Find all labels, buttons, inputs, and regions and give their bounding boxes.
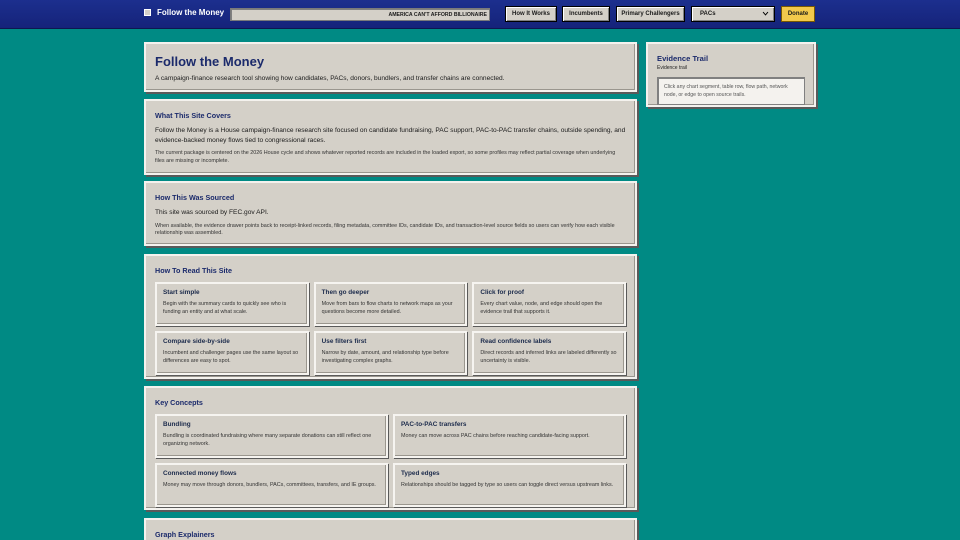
sourced-body: This site was sourced by FEC.gov API. <box>155 209 269 216</box>
evidence-trail-box[interactable]: Click any chart segment, table row, flow… <box>657 77 805 105</box>
card-title: PAC-to-PAC transfers <box>401 421 467 428</box>
how-to-read-grid: Start simple Begin with the summary card… <box>155 282 626 375</box>
key-concepts-grid: Bundling Bundling is coordinated fundrai… <box>155 414 626 507</box>
card-title: Use filters first <box>321 338 367 345</box>
card-title: Read confidence labels <box>480 338 552 345</box>
card-title: Connected money flows <box>163 470 237 477</box>
evidence-trail-heading: Evidence Trail <box>657 54 709 63</box>
covers-note: The current package is centered on the 2… <box>155 150 616 164</box>
page-subtitle: A campaign-finance research tool showing… <box>155 75 505 82</box>
top-bar: Follow the Money AMERICA CAN'T AFFORD BI… <box>0 0 960 29</box>
ticker-bar: AMERICA CAN'T AFFORD BILLIONAIRE <box>230 8 490 21</box>
pacs-select[interactable]: PACs <box>691 6 775 22</box>
window-icon <box>144 9 151 16</box>
graph-explainers-heading: Graph Explainers <box>155 530 215 539</box>
card-compare-side-by-side: Compare side-by-side Incumbent and chall… <box>155 331 309 375</box>
covers-heading: What This Site Covers <box>155 111 231 120</box>
covers-panel: What This Site Covers Follow the Money i… <box>144 99 637 175</box>
card-text: Money can move across PAC chains before … <box>401 433 590 439</box>
card-title: Typed edges <box>401 470 440 477</box>
card-text: Move from bars to flow charts to network… <box>321 301 453 316</box>
card-click-for-proof: Click for proof Every chart value, node,… <box>472 282 626 326</box>
card-text: Relationships should be tagged by type s… <box>401 482 614 488</box>
graph-explainers-panel: Graph Explainers <box>144 518 637 540</box>
card-use-filters-first: Use filters first Narrow by date, amount… <box>313 331 468 375</box>
card-typed-edges: Typed edges Relationships should be tagg… <box>393 463 626 507</box>
how-to-read-panel: How To Read This Site Start simple Begin… <box>144 254 637 379</box>
card-bundling: Bundling Bundling is coordinated fundrai… <box>155 414 388 458</box>
card-start-simple: Start simple Begin with the summary card… <box>155 282 309 326</box>
hero-panel: Follow the Money A campaign-finance rese… <box>144 42 637 92</box>
how-to-read-heading: How To Read This Site <box>155 266 232 275</box>
card-text: Narrow by date, amount, and relationship… <box>321 350 449 365</box>
card-text: Direct records and inferred links are la… <box>480 350 617 365</box>
covers-body: Follow the Money is a House campaign-fin… <box>155 127 626 144</box>
nav-how-it-works[interactable]: How It Works <box>505 6 557 22</box>
card-title: Compare side-by-side <box>163 338 230 345</box>
brand[interactable]: Follow the Money <box>144 8 224 17</box>
sourced-note: When available, the evidence drawer poin… <box>155 222 615 237</box>
card-connected-money-flows: Connected money flows Money may move thr… <box>155 463 388 507</box>
card-title: Start simple <box>163 289 200 296</box>
card-read-confidence-labels: Read confidence labels Direct records an… <box>472 331 626 375</box>
card-title: Then go deeper <box>321 289 370 296</box>
evidence-trail-subtitle: Evidence trail <box>657 65 688 71</box>
card-pac-to-pac-transfers: PAC-to-PAC transfers Money can move acro… <box>393 414 626 458</box>
card-title: Click for proof <box>480 289 524 296</box>
nav-primary-challengers[interactable]: Primary Challengers <box>616 6 685 22</box>
pacs-select-value: PACs <box>700 11 716 17</box>
card-title: Bundling <box>163 421 191 428</box>
key-concepts-heading: Key Concepts <box>155 398 203 407</box>
card-text: Bundling is coordinated fundraising wher… <box>163 433 372 448</box>
card-text: Incumbent and challenger pages use the s… <box>163 350 299 365</box>
nav-incumbents[interactable]: Incumbents <box>562 6 610 22</box>
donate-button[interactable]: Donate <box>781 6 815 22</box>
key-concepts-panel: Key Concepts Bundling Bundling is coordi… <box>144 386 637 510</box>
card-then-go-deeper: Then go deeper Move from bars to flow ch… <box>313 282 468 326</box>
site-title: Follow the Money <box>157 8 225 17</box>
sourced-panel: How This Was Sourced This site was sourc… <box>144 181 637 246</box>
card-text: Money may move through donors, bundlers,… <box>163 482 376 488</box>
chevron-down-icon <box>762 11 769 16</box>
card-text: Every chart value, node, and edge should… <box>480 301 603 316</box>
page-title: Follow the Money <box>155 54 265 69</box>
sourced-heading: How This Was Sourced <box>155 193 235 202</box>
evidence-trail-panel: Evidence Trail Evidence trail Click any … <box>646 42 816 107</box>
ticker-text: AMERICA CAN'T AFFORD BILLIONAIRE <box>388 12 487 18</box>
card-text: Begin with the summary cards to quickly … <box>163 301 287 316</box>
